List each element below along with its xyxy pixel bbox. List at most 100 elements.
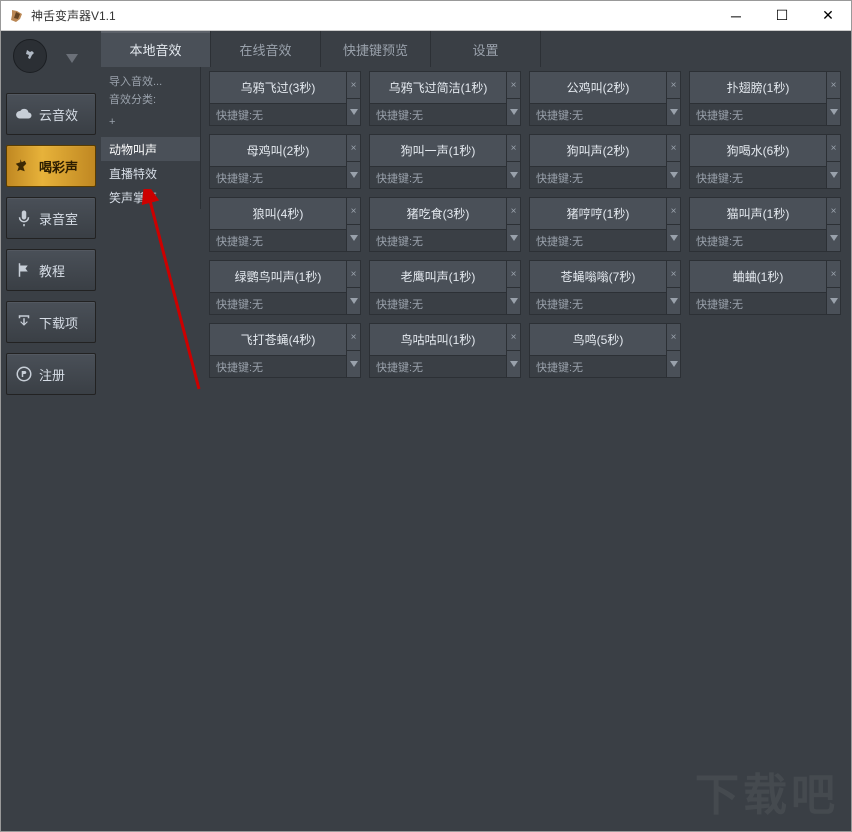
sound-menu-button[interactable]	[826, 99, 840, 125]
remove-sound-button[interactable]: ×	[346, 198, 360, 225]
classify-label: 音效分类:	[109, 91, 192, 109]
remove-sound-button[interactable]: ×	[826, 135, 840, 162]
sound-menu-button[interactable]	[506, 99, 520, 125]
sound-card[interactable]: 乌鸦飞过(3秒)快捷键:无×	[209, 71, 361, 126]
hotkey-label: 快捷键:无	[210, 355, 346, 377]
add-category-button[interactable]: +	[109, 113, 192, 131]
triangle-down-icon	[670, 235, 678, 241]
sound-menu-button[interactable]	[346, 288, 360, 314]
sound-menu-button[interactable]	[826, 225, 840, 251]
category-panel: 导入音效... 音效分类: + 动物叫声 直播特效 笑声掌声	[101, 67, 201, 831]
triangle-down-icon	[830, 109, 838, 115]
sound-card[interactable]: 狼叫(4秒)快捷键:无×	[209, 197, 361, 252]
sound-card[interactable]: 猫叫声(1秒)快捷键:无×	[689, 197, 841, 252]
remove-sound-button[interactable]: ×	[826, 198, 840, 225]
triangle-down-icon	[510, 109, 518, 115]
category-live-fx[interactable]: 直播特效	[101, 161, 200, 185]
triangle-down-icon	[830, 235, 838, 241]
sound-card[interactable]: 苍蝇嗡嗡(7秒)快捷键:无×	[529, 260, 681, 315]
remove-sound-button[interactable]: ×	[666, 72, 680, 99]
remove-sound-button[interactable]: ×	[666, 135, 680, 162]
remove-sound-button[interactable]: ×	[506, 198, 520, 225]
remove-sound-button[interactable]: ×	[666, 198, 680, 225]
sound-card[interactable]: 飞打苍蝇(4秒)快捷键:无×	[209, 323, 361, 378]
remove-sound-button[interactable]: ×	[826, 72, 840, 99]
category-animal[interactable]: 动物叫声	[101, 137, 200, 161]
tab-hotkey-preview[interactable]: 快捷键预览	[321, 31, 431, 67]
dropdown-button[interactable]	[55, 41, 89, 75]
sound-card[interactable]: 鸟鸣(5秒)快捷键:无×	[529, 323, 681, 378]
sound-card[interactable]: 绿鹦鸟叫声(1秒)快捷键:无×	[209, 260, 361, 315]
hotkey-label: 快捷键:无	[530, 166, 666, 188]
hotkey-label: 快捷键:无	[530, 229, 666, 251]
triangle-down-icon	[350, 298, 358, 304]
sound-card[interactable]: 鸟咕咕叫(1秒)快捷键:无×	[369, 323, 521, 378]
close-button[interactable]: ✕	[805, 1, 851, 31]
sound-menu-button[interactable]	[506, 351, 520, 377]
triangle-down-icon	[670, 172, 678, 178]
sound-menu-button[interactable]	[506, 225, 520, 251]
sound-menu-button[interactable]	[506, 288, 520, 314]
remove-sound-button[interactable]: ×	[506, 324, 520, 351]
nav-downloads[interactable]: 下载项	[6, 301, 96, 343]
sound-card[interactable]: 母鸡叫(2秒)快捷键:无×	[209, 134, 361, 189]
sound-card[interactable]: 猪哼哼(1秒)快捷键:无×	[529, 197, 681, 252]
download-icon	[15, 313, 33, 331]
sound-menu-button[interactable]	[346, 162, 360, 188]
sound-name: 飞打苍蝇(4秒)	[210, 324, 346, 355]
maximize-button[interactable]: ☐	[759, 1, 805, 31]
sound-menu-button[interactable]	[346, 99, 360, 125]
nav-tutorial[interactable]: 教程	[6, 249, 96, 291]
sound-menu-button[interactable]	[506, 162, 520, 188]
remove-sound-button[interactable]: ×	[666, 261, 680, 288]
import-sound-link[interactable]: 导入音效...	[109, 73, 192, 91]
hotkey-label: 快捷键:无	[690, 103, 826, 125]
sound-menu-button[interactable]	[666, 288, 680, 314]
category-laugh-clap[interactable]: 笑声掌声	[101, 185, 200, 209]
sound-menu-button[interactable]	[826, 162, 840, 188]
sound-menu-button[interactable]	[666, 99, 680, 125]
sound-card[interactable]: 扑翅膀(1秒)快捷键:无×	[689, 71, 841, 126]
sound-name: 绿鹦鸟叫声(1秒)	[210, 261, 346, 292]
nav-cloud-sound[interactable]: 云音效	[6, 93, 96, 135]
sound-card[interactable]: 狗喝水(6秒)快捷键:无×	[689, 134, 841, 189]
sound-menu-button[interactable]	[666, 225, 680, 251]
remove-sound-button[interactable]: ×	[506, 261, 520, 288]
sound-card[interactable]: 老鹰叫声(1秒)快捷键:无×	[369, 260, 521, 315]
nav-record[interactable]: 录音室	[6, 197, 96, 239]
sound-menu-button[interactable]	[346, 225, 360, 251]
sound-menu-button[interactable]	[826, 288, 840, 314]
sound-card[interactable]: 狗叫一声(1秒)快捷键:无×	[369, 134, 521, 189]
tab-local-sound[interactable]: 本地音效	[101, 31, 211, 67]
triangle-down-icon	[64, 50, 80, 66]
sound-menu-button[interactable]	[666, 162, 680, 188]
tab-settings[interactable]: 设置	[431, 31, 541, 67]
remove-sound-button[interactable]: ×	[506, 135, 520, 162]
sound-menu-button[interactable]	[666, 351, 680, 377]
app-icon	[9, 8, 25, 24]
triangle-down-icon	[830, 172, 838, 178]
nav-applause[interactable]: 喝彩声	[6, 145, 96, 187]
cloud-icon	[15, 105, 33, 123]
triangle-down-icon	[670, 298, 678, 304]
sound-menu-button[interactable]	[346, 351, 360, 377]
sound-card[interactable]: 猪吃食(3秒)快捷键:无×	[369, 197, 521, 252]
hotkey-label: 快捷键:无	[210, 103, 346, 125]
remove-sound-button[interactable]: ×	[666, 324, 680, 351]
minimize-button[interactable]: ─	[713, 1, 759, 31]
remove-sound-button[interactable]: ×	[506, 72, 520, 99]
remove-sound-button[interactable]: ×	[346, 72, 360, 99]
hotkey-label: 快捷键:无	[370, 355, 506, 377]
remove-sound-button[interactable]: ×	[346, 324, 360, 351]
sound-name: 母鸡叫(2秒)	[210, 135, 346, 166]
nav-register[interactable]: 注册	[6, 353, 96, 395]
remove-sound-button[interactable]: ×	[346, 261, 360, 288]
sound-card[interactable]: 蛐蛐(1秒)快捷键:无×	[689, 260, 841, 315]
tab-online-sound[interactable]: 在线音效	[211, 31, 321, 67]
run-button[interactable]	[13, 39, 47, 73]
sound-card[interactable]: 乌鸦飞过简洁(1秒)快捷键:无×	[369, 71, 521, 126]
remove-sound-button[interactable]: ×	[346, 135, 360, 162]
remove-sound-button[interactable]: ×	[826, 261, 840, 288]
sound-card[interactable]: 狗叫声(2秒)快捷键:无×	[529, 134, 681, 189]
sound-card[interactable]: 公鸡叫(2秒)快捷键:无×	[529, 71, 681, 126]
